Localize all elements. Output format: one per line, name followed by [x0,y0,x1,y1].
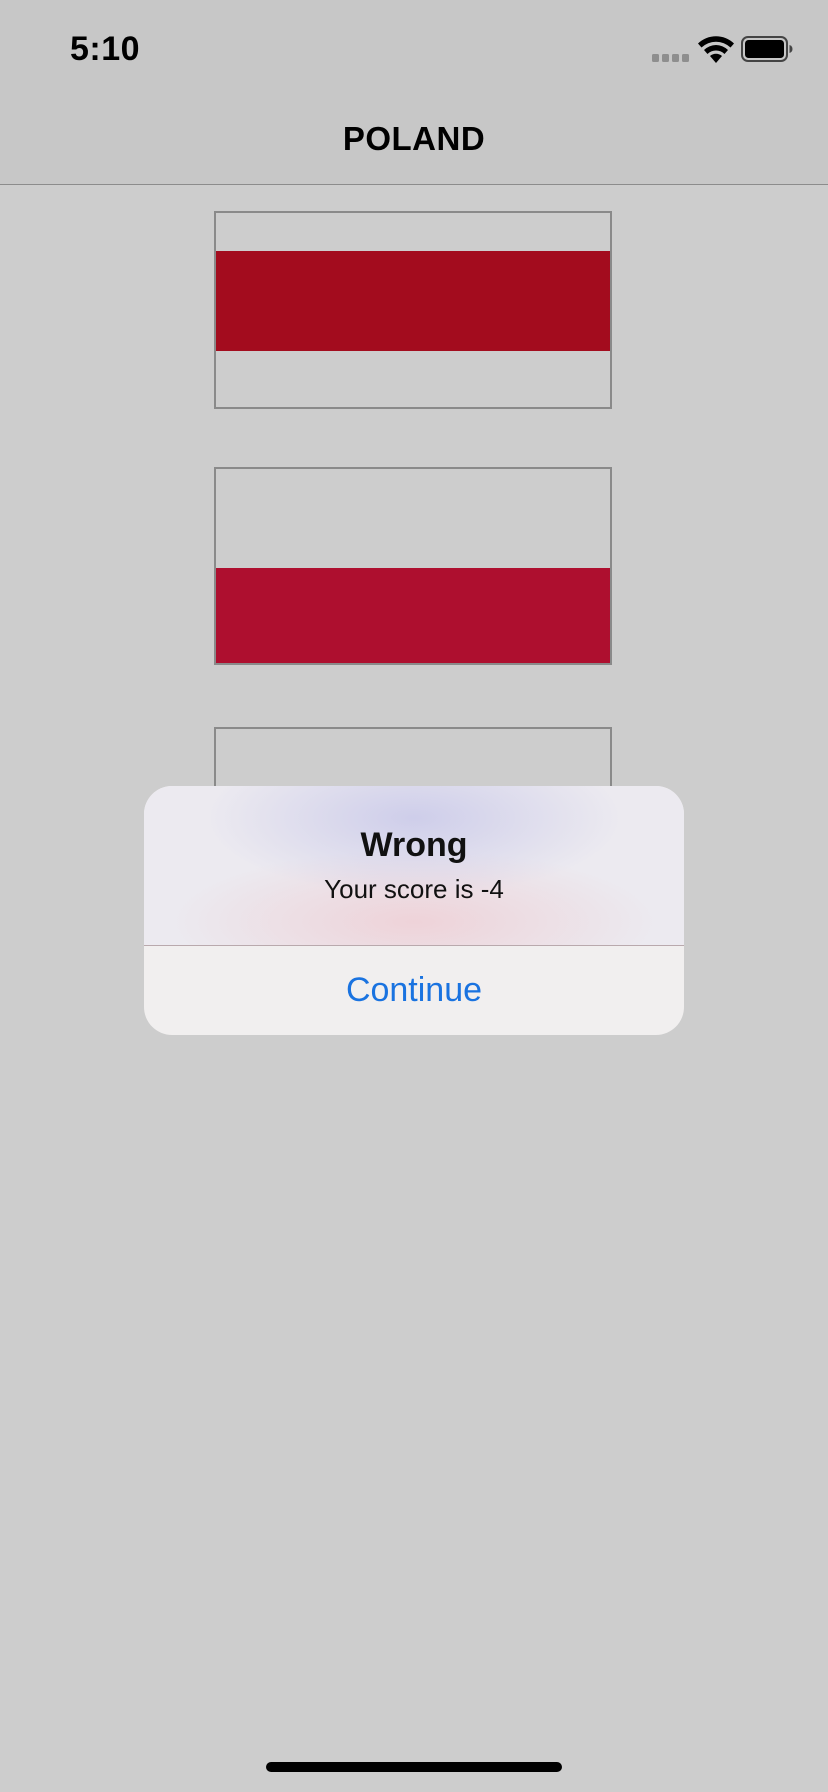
alert-header [144,786,684,946]
continue-button[interactable]: Continue [144,946,684,1035]
alert-title: Wrong [360,826,468,864]
alert-message: Your score is -4 [324,874,504,904]
home-indicator[interactable] [266,1762,562,1772]
alert-dialog: Wrong Your score is -4 Continue [144,786,684,1035]
